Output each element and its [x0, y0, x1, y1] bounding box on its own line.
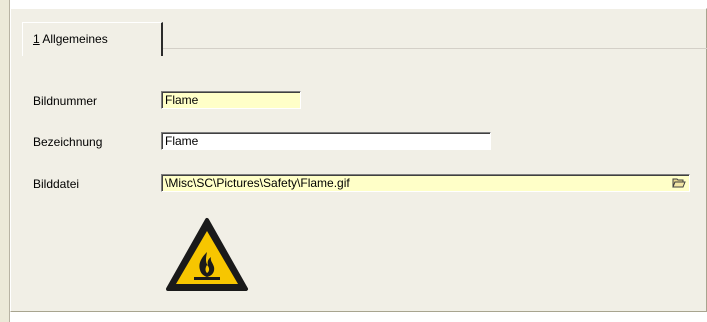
window: 1 Allgemeines Bildnummer Flame Bezeichnu… — [0, 0, 707, 322]
bezeichnung-label: Bezeichnung — [33, 135, 103, 149]
left-splitter-bar[interactable] — [0, 0, 10, 322]
bilddatei-label: Bilddatei — [33, 177, 80, 191]
folder-open-icon[interactable] — [672, 176, 686, 189]
bezeichnung-field[interactable]: Flame — [161, 132, 491, 150]
flammable-warning-icon — [165, 217, 249, 293]
tab-allgemeines-label: 1 Allgemeines — [33, 32, 108, 46]
tab-allgemeines[interactable]: 1 Allgemeines — [22, 22, 163, 56]
bildnummer-field[interactable]: Flame — [161, 91, 301, 109]
tabstrip-divider — [163, 48, 707, 49]
bilddatei-value: \Misc\SC\Pictures\Safety\Flame.gif — [165, 176, 350, 190]
bildnummer-label: Bildnummer — [33, 94, 98, 108]
bilddatei-field[interactable]: \Misc\SC\Pictures\Safety\Flame.gif — [161, 174, 690, 192]
